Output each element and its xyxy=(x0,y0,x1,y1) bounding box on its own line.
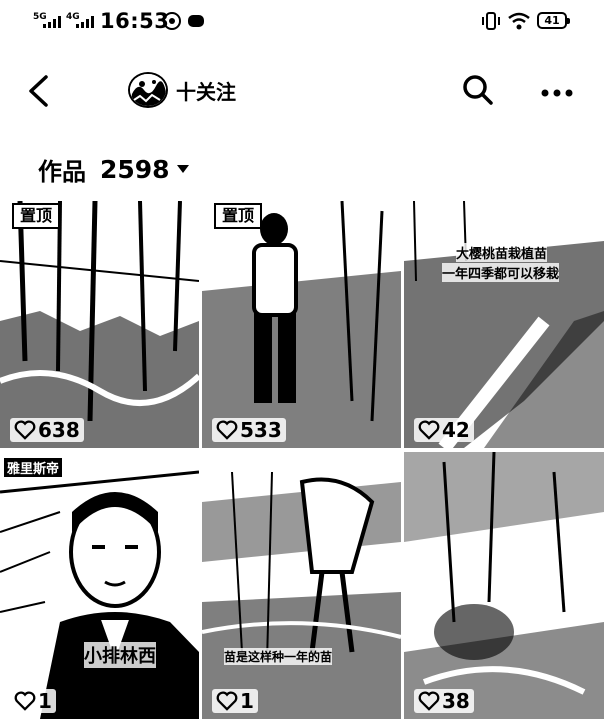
video-caption: 小排林西 xyxy=(84,642,156,668)
video-caption: 大樱桃苗栽植苗 xyxy=(456,243,548,262)
back-button[interactable] xyxy=(26,74,50,112)
pinned-badge: 置顶 xyxy=(214,203,263,229)
video-tile[interactable]: 38 xyxy=(404,452,604,719)
follow-button[interactable]: 十关注 xyxy=(176,76,236,105)
clock: 16:53 xyxy=(100,9,170,33)
like-count: 533 xyxy=(212,418,286,442)
video-thumbnail xyxy=(202,452,401,719)
video-tile[interactable]: 置顶 533 xyxy=(202,201,401,448)
like-count-value: 1 xyxy=(38,689,52,713)
heart-icon xyxy=(418,691,440,711)
like-count: 638 xyxy=(10,418,84,442)
like-count-value: 38 xyxy=(442,689,470,713)
wifi-icon xyxy=(508,12,530,30)
vibrate-icon xyxy=(482,12,500,30)
chevron-left-icon xyxy=(29,75,48,107)
like-count: 38 xyxy=(414,689,474,713)
video-thumbnail xyxy=(404,452,604,719)
app-badge-icon xyxy=(188,15,204,27)
app-notification-icon xyxy=(163,12,181,30)
video-tile[interactable]: 雅里斯帝 小排林西 1 xyxy=(0,452,199,719)
heart-icon xyxy=(418,420,440,440)
battery-indicator: 41 xyxy=(537,12,570,29)
like-count-value: 1 xyxy=(240,689,254,713)
pinned-badge: 置顶 xyxy=(12,203,61,229)
more-icon xyxy=(541,89,573,97)
like-count: 1 xyxy=(10,689,56,713)
works-sort-selector[interactable]: 作品 2598 xyxy=(38,151,190,187)
video-caption: 苗是这样种一年的苗 xyxy=(224,648,333,665)
like-count-value: 638 xyxy=(38,418,80,442)
works-label: 作品 xyxy=(38,157,86,186)
video-tile[interactable]: 置顶 638 xyxy=(0,201,199,448)
like-count-value: 42 xyxy=(442,418,470,442)
search-icon xyxy=(463,75,493,105)
video-grid: 置顶 638 置顶 533 大樱桃苗栽植苗 一年四季都可以移栽 42 雅里斯帝 … xyxy=(0,201,604,719)
video-tag: 雅里斯帝 xyxy=(4,458,63,477)
more-button[interactable] xyxy=(540,84,574,103)
video-caption: 一年四季都可以移栽 xyxy=(442,263,560,282)
heart-icon xyxy=(216,691,238,711)
heart-icon xyxy=(14,420,36,440)
signal-bars-icon xyxy=(43,16,61,28)
video-thumbnail xyxy=(202,201,401,448)
top-nav: 十关注 xyxy=(0,60,604,120)
video-tile[interactable]: 苗是这样种一年的苗 1 xyxy=(202,452,401,719)
heart-icon xyxy=(14,691,36,711)
like-count-value: 533 xyxy=(240,418,282,442)
video-tile[interactable]: 大樱桃苗栽植苗 一年四季都可以移栽 42 xyxy=(404,201,604,448)
like-count: 42 xyxy=(414,418,474,442)
status-bar: 5G 4G 16:53 41 xyxy=(0,0,604,44)
heart-icon xyxy=(216,420,238,440)
works-count: 2598 xyxy=(100,154,170,184)
like-count: 1 xyxy=(212,689,258,713)
caret-down-icon xyxy=(176,165,189,173)
avatar[interactable] xyxy=(128,72,168,108)
video-thumbnail xyxy=(0,201,199,448)
signal-bars-icon xyxy=(76,16,94,28)
video-thumbnail xyxy=(0,452,199,719)
video-thumbnail xyxy=(404,201,604,448)
search-button[interactable] xyxy=(462,74,494,110)
